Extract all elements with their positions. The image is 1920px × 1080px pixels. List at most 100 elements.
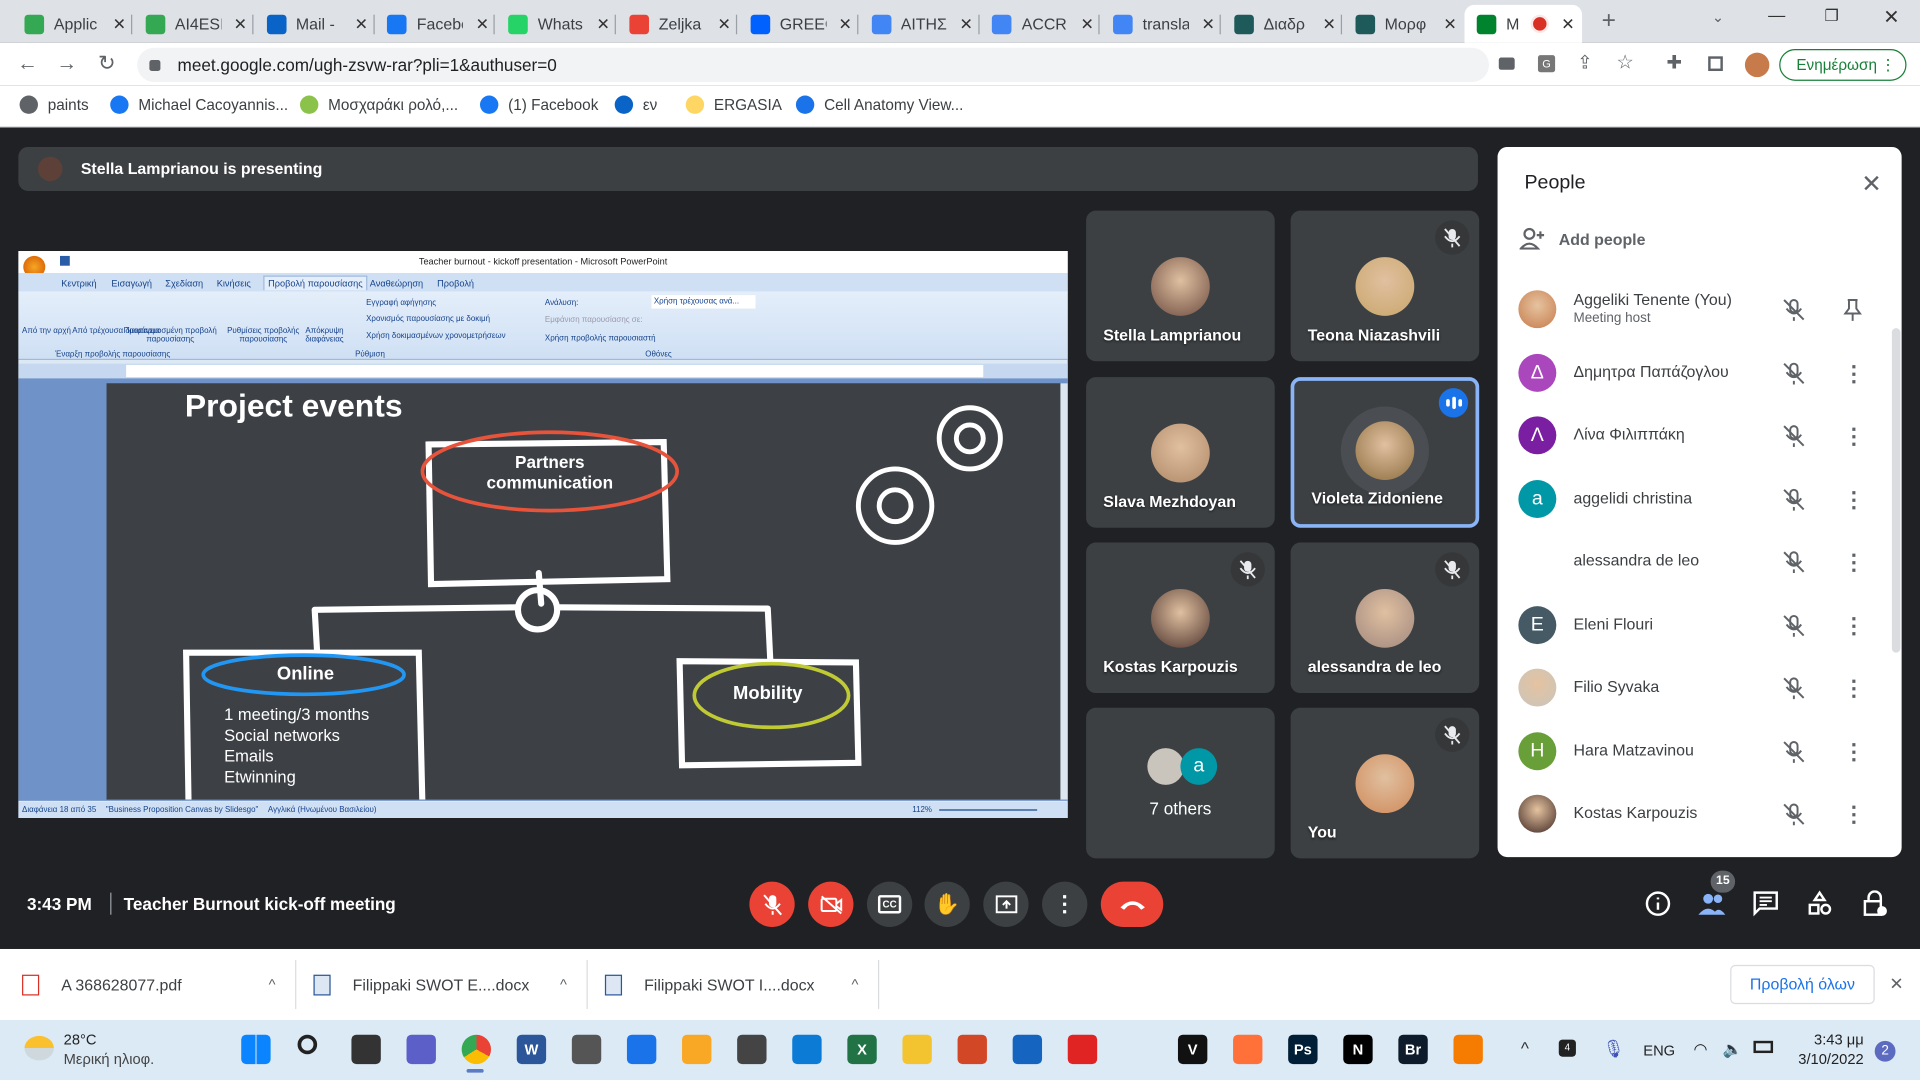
participant-tile[interactable]: alessandra de leo [1290, 542, 1480, 694]
raise-hand-button[interactable]: ✋ [924, 881, 970, 927]
participant-list-item[interactable]: alessandra de leo ⋮ [1498, 530, 1890, 592]
camera-in-use-icon[interactable] [1498, 57, 1515, 70]
weather-desc[interactable]: Μερική ηλιοφ. [64, 1051, 155, 1068]
maximize-button[interactable]: ❐ [1824, 6, 1838, 26]
more-icon[interactable]: ⋮ [1843, 361, 1865, 387]
download-options-chevron-icon[interactable]: ^ [560, 976, 567, 993]
download-options-chevron-icon[interactable]: ^ [851, 976, 858, 993]
download-options-chevron-icon[interactable]: ^ [269, 976, 276, 993]
taskbar-word-icon[interactable]: W [516, 1034, 547, 1065]
close-tab-icon[interactable]: ✕ [113, 14, 126, 34]
taskbar-whiteboard-icon[interactable] [1012, 1034, 1043, 1065]
battery-icon[interactable] [1753, 1040, 1774, 1054]
more-icon[interactable]: ⋮ [1843, 487, 1865, 513]
participant-tile[interactable]: Kostas Karpouzis [1086, 542, 1275, 694]
browser-tab[interactable]: Whats ✕ [496, 5, 617, 43]
back-icon[interactable]: ← [17, 51, 38, 75]
close-panel-icon[interactable]: ✕ [1861, 169, 1882, 200]
microphone-icon[interactable]: 🎙 [1603, 1038, 1625, 1059]
mic-off-icon[interactable] [1782, 298, 1806, 329]
taskbar-weather-icon[interactable] [682, 1034, 712, 1065]
mic-off-icon[interactable] [1782, 676, 1806, 707]
participant-tile[interactable]: You [1290, 707, 1480, 859]
reload-icon[interactable]: ↻ [98, 51, 115, 75]
side-panel-icon[interactable] [1708, 56, 1723, 72]
volume-icon[interactable]: 🔈 [1723, 1040, 1743, 1060]
taskbar-teams-chat-icon[interactable] [406, 1034, 436, 1065]
download-item[interactable]: A 368628077.pdf ^ [22, 949, 298, 1020]
captions-button[interactable]: CC [866, 881, 913, 927]
more-icon[interactable]: ⋮ [1843, 424, 1865, 450]
close-tab-icon[interactable]: ✕ [234, 14, 247, 34]
browser-tab[interactable]: Facebo ✕ [375, 5, 496, 43]
mic-off-icon[interactable] [1782, 739, 1806, 770]
mic-off-icon[interactable] [1782, 550, 1806, 581]
close-downloads-icon[interactable]: ✕ [1889, 973, 1903, 994]
browser-tab[interactable]: Zeljka ✕ [617, 5, 738, 43]
close-window-button[interactable]: ✕ [1883, 5, 1899, 29]
taskbar-file-explorer-icon[interactable] [902, 1034, 932, 1065]
mic-off-icon[interactable] [1782, 424, 1806, 455]
close-tab-icon[interactable]: ✕ [718, 14, 731, 34]
browser-tab[interactable]: GREEC ✕ [738, 5, 859, 43]
taskbar-acrobat-icon[interactable] [1067, 1034, 1098, 1065]
participant-list-item[interactable]: Δ Δημητρα Παπάζογλου ⋮ [1498, 341, 1890, 403]
forward-icon[interactable]: → [56, 51, 77, 75]
extensions-icon[interactable]: ✚ [1667, 51, 1682, 74]
add-people-button[interactable]: Add people [1519, 227, 1645, 250]
bookmark-item[interactable]: (1) Facebook [480, 95, 598, 114]
browser-tab[interactable]: M ✕ [1464, 4, 1583, 43]
translate-icon[interactable]: G [1537, 55, 1556, 73]
new-tab-button[interactable]: + [1602, 7, 1616, 35]
taskbar-excel-icon[interactable]: X [847, 1034, 877, 1065]
more-icon[interactable]: ⋮ [1843, 802, 1865, 828]
taskbar-edge-icon[interactable] [792, 1034, 822, 1065]
taskbar-photoshop-icon[interactable]: Ps [1288, 1034, 1318, 1065]
tray-overflow-icon[interactable]: ^ [1521, 1038, 1529, 1058]
taskbar-powerpoint-icon[interactable] [957, 1034, 987, 1065]
share-icon[interactable]: ⇪ [1577, 51, 1592, 74]
weather-icon[interactable] [24, 1035, 54, 1061]
chat-button[interactable] [1752, 890, 1779, 923]
participant-list-item[interactable]: Kostas Karpouzis ⋮ [1498, 782, 1890, 844]
browser-tab[interactable]: AI4ESL ✕ [133, 5, 254, 43]
taskbar-bridge-icon[interactable]: Br [1398, 1034, 1428, 1065]
close-tab-icon[interactable]: ✕ [355, 14, 368, 34]
pin-icon[interactable] [1843, 298, 1863, 329]
download-item[interactable]: Filippaki SWOT E....docx ^ [313, 949, 589, 1020]
mic-off-icon[interactable] [1782, 613, 1806, 644]
bookmark-item[interactable]: Cell Anatomy View... [795, 95, 963, 114]
taskbar-vegas-icon[interactable]: V [1177, 1034, 1208, 1065]
url-text[interactable]: meet.google.com/ugh-zsvw-rar?pli=1&authu… [178, 55, 557, 75]
clock-time[interactable]: 3:43 μμ [1788, 1031, 1864, 1048]
taskbar-chrome-icon[interactable] [461, 1034, 492, 1065]
minimize-button[interactable]: — [1768, 5, 1785, 25]
close-tab-icon[interactable]: ✕ [476, 14, 489, 34]
browser-tab[interactable]: Applic ✕ [12, 5, 133, 43]
show-all-downloads-button[interactable]: Προβολή όλων [1730, 964, 1875, 1005]
activities-button[interactable] [1806, 890, 1833, 923]
bookmark-item[interactable]: Michael Cacoyannis... [110, 95, 288, 114]
more-icon[interactable]: ⋮ [1843, 550, 1865, 576]
taskbar-netflix-icon[interactable]: N [1343, 1034, 1373, 1065]
bookmark-star-icon[interactable]: ☆ [1616, 50, 1634, 74]
update-button[interactable]: Ενημέρωση ⋮ [1779, 48, 1907, 81]
people-button[interactable] [1697, 890, 1726, 923]
camera-toggle-button[interactable] [808, 881, 854, 927]
participant-list-item[interactable]: E Eleni Flouri ⋮ [1498, 593, 1890, 655]
present-button[interactable] [983, 881, 1029, 927]
participant-list-item[interactable]: Aggeliki Tenente (You) Meeting host [1498, 278, 1890, 340]
taskbar-search-icon[interactable] [297, 1034, 318, 1055]
close-tab-icon[interactable]: ✕ [960, 14, 973, 34]
notification-badge[interactable]: 2 [1874, 1040, 1896, 1062]
tab-search-icon[interactable]: ⌄ [1712, 9, 1724, 26]
participant-list-item[interactable]: Λ Λίνα Φιλιππάκη ⋮ [1498, 404, 1890, 466]
host-controls-button[interactable] [1861, 890, 1888, 923]
close-tab-icon[interactable]: ✕ [1080, 14, 1093, 34]
people-scrollbar[interactable] [1891, 328, 1901, 653]
close-tab-icon[interactable]: ✕ [597, 14, 610, 34]
participant-list-item[interactable]: H Hara Matzavinou ⋮ [1498, 719, 1890, 781]
more-options-button[interactable]: ⋮ [1042, 881, 1088, 927]
participant-list-item[interactable]: a aggelidi christina ⋮ [1498, 467, 1890, 529]
mic-off-icon[interactable] [1782, 487, 1806, 518]
